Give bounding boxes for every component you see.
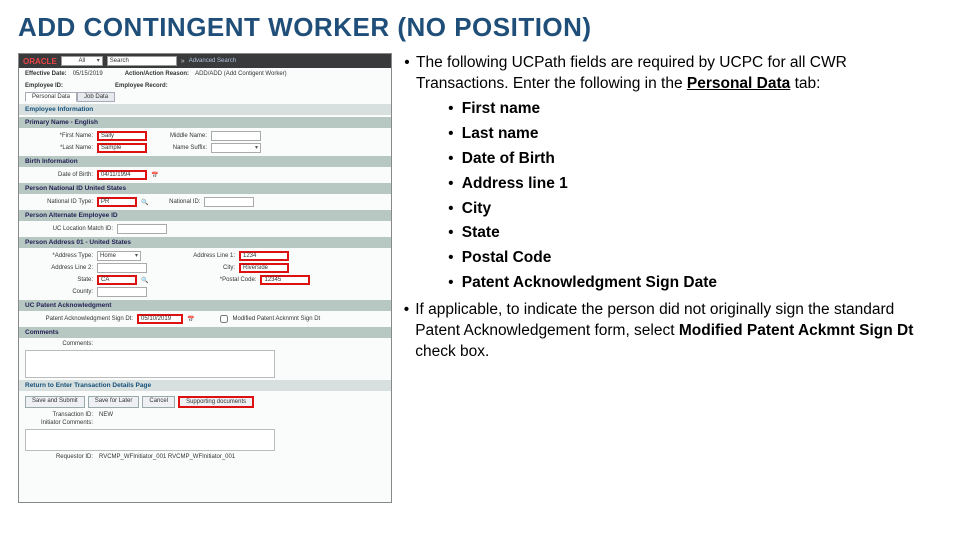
search-scope-select[interactable]: All: [61, 56, 103, 66]
instruction-item: • The following UCPath fields are requir…: [404, 53, 942, 95]
advanced-search-link[interactable]: Advanced Search: [189, 58, 236, 64]
calendar-icon[interactable]: 📅: [187, 316, 194, 323]
action-reason-label: Action/Action Reason:: [125, 71, 189, 77]
section-employee-info: Employee Information: [19, 104, 391, 115]
state-field[interactable]: CA: [97, 275, 137, 285]
middle-name-label: Middle Name:: [151, 133, 207, 139]
section-primary-name: Primary Name - English: [19, 117, 391, 128]
form-screenshot: ORACLE All Search » Advanced Search Effe…: [18, 53, 392, 503]
suffix-select[interactable]: [211, 143, 261, 153]
first-name-label: *First Name:: [25, 133, 93, 139]
state-label: State:: [25, 277, 93, 283]
section-patent: UC Patent Acknowledgment: [19, 300, 391, 311]
addr2-field[interactable]: [97, 263, 147, 273]
list-item: •City: [446, 199, 942, 220]
addr1-label: Address Line 1:: [179, 253, 235, 259]
section-birth: Birth Information: [19, 156, 391, 167]
page-title: ADD CONTINGENT WORKER (NO POSITION): [18, 12, 942, 43]
middle-name-field[interactable]: [211, 131, 261, 141]
last-name-field[interactable]: Sample: [97, 143, 147, 153]
list-item: •Address line 1: [446, 174, 942, 195]
transaction-id-value: NEW: [99, 412, 113, 418]
tab-strip: Personal Data Job Data: [19, 92, 391, 102]
nid-label: National ID:: [152, 199, 200, 205]
section-comments: Comments: [19, 327, 391, 338]
patent-sign-label: Patent Acknowledgment Sign Dt:: [25, 316, 133, 322]
city-label: City:: [179, 265, 235, 271]
dob-field[interactable]: 04/11/1994: [97, 170, 147, 180]
oracle-logo: ORACLE: [23, 57, 57, 66]
addr-type-label: *Address Type:: [25, 253, 93, 259]
nid-type-field[interactable]: PR: [97, 197, 137, 207]
save-submit-button[interactable]: Save and Submit: [25, 396, 85, 408]
tab-job-data[interactable]: Job Data: [77, 92, 115, 102]
uc-location-field[interactable]: [117, 224, 167, 234]
employee-id-label: Employee ID:: [25, 83, 63, 89]
search-icon[interactable]: »: [181, 58, 185, 65]
bullet-icon: •: [404, 53, 410, 95]
instruction-text: The following UCPath fields are required…: [416, 53, 942, 95]
section-national-id: Person National ID United States: [19, 183, 391, 194]
comments-textarea[interactable]: [25, 350, 275, 378]
first-name-field[interactable]: Sally: [97, 131, 147, 141]
instruction-item: • If applicable, to indicate the person …: [404, 300, 942, 363]
patent-sign-field[interactable]: 05/10/2019: [137, 314, 183, 324]
transaction-id-label: Transaction ID:: [25, 412, 93, 418]
instruction-text: If applicable, to indicate the person di…: [415, 300, 942, 363]
addr1-field[interactable]: 1234: [239, 251, 289, 261]
tab-personal-data[interactable]: Personal Data: [25, 92, 77, 102]
supporting-docs-button[interactable]: Supporting documents: [178, 396, 254, 408]
modified-patent-label: Modified Patent Acknmnt Sign Dt: [232, 316, 320, 322]
save-later-button[interactable]: Save for Later: [88, 396, 140, 408]
list-item: •Patent Acknowledgment Sign Date: [446, 273, 942, 294]
app-topbar: ORACLE All Search » Advanced Search: [19, 54, 391, 68]
comments-label: Comments:: [25, 341, 93, 347]
county-field[interactable]: [97, 287, 147, 297]
list-item: •Date of Birth: [446, 149, 942, 170]
list-item: •State: [446, 223, 942, 244]
field-sublist: •First name •Last name •Date of Birth •A…: [446, 99, 942, 294]
effective-date-label: Effective Date:: [25, 71, 67, 77]
list-item: •Last name: [446, 124, 942, 145]
postal-label: *Postal Code:: [200, 277, 256, 283]
employee-record-label: Employee Record:: [115, 83, 168, 89]
uc-location-label: UC Location Match ID:: [25, 226, 113, 232]
section-alt-id: Person Alternate Employee ID: [19, 210, 391, 221]
nid-field[interactable]: [204, 197, 254, 207]
content-row: ORACLE All Search » Advanced Search Effe…: [18, 53, 942, 503]
postal-field[interactable]: 12345: [260, 275, 310, 285]
effective-date-value: 05/15/2019: [73, 71, 103, 77]
last-name-label: *Last Name:: [25, 145, 93, 151]
dob-label: Date of Birth:: [25, 172, 93, 178]
lookup-icon[interactable]: 🔍: [141, 277, 148, 284]
addr2-label: Address Line 2:: [25, 265, 93, 271]
list-item: •First name: [446, 99, 942, 120]
cancel-button[interactable]: Cancel: [142, 396, 175, 408]
section-address: Person Address 01 - United States: [19, 237, 391, 248]
addr-type-select[interactable]: Home: [97, 251, 141, 261]
city-field[interactable]: Riverside: [239, 263, 289, 273]
calendar-icon[interactable]: 📅: [151, 172, 158, 179]
nid-type-label: National ID Type:: [25, 199, 93, 205]
instructions-column: • The following UCPath fields are requir…: [404, 53, 942, 503]
initiator-comments-label: Initiator Comments:: [25, 420, 93, 426]
search-input[interactable]: Search: [107, 56, 177, 66]
requestor-id-label: Requestor ID:: [25, 454, 93, 460]
lookup-icon[interactable]: 🔍: [141, 199, 148, 206]
modified-patent-checkbox[interactable]: [220, 315, 228, 323]
section-return: Return to Enter Transaction Details Page: [19, 380, 391, 391]
county-label: County:: [25, 289, 93, 295]
initiator-comments-textarea[interactable]: [25, 429, 275, 451]
requestor-id-value: RVCMP_WFInitiator_001 RVCMP_WFInitiator_…: [99, 454, 235, 460]
suffix-label: Name Suffix:: [151, 145, 207, 151]
list-item: •Postal Code: [446, 248, 942, 269]
action-reason-value: ADD/ADD (Add Contigent Worker): [195, 71, 287, 77]
bullet-icon: •: [404, 300, 409, 363]
